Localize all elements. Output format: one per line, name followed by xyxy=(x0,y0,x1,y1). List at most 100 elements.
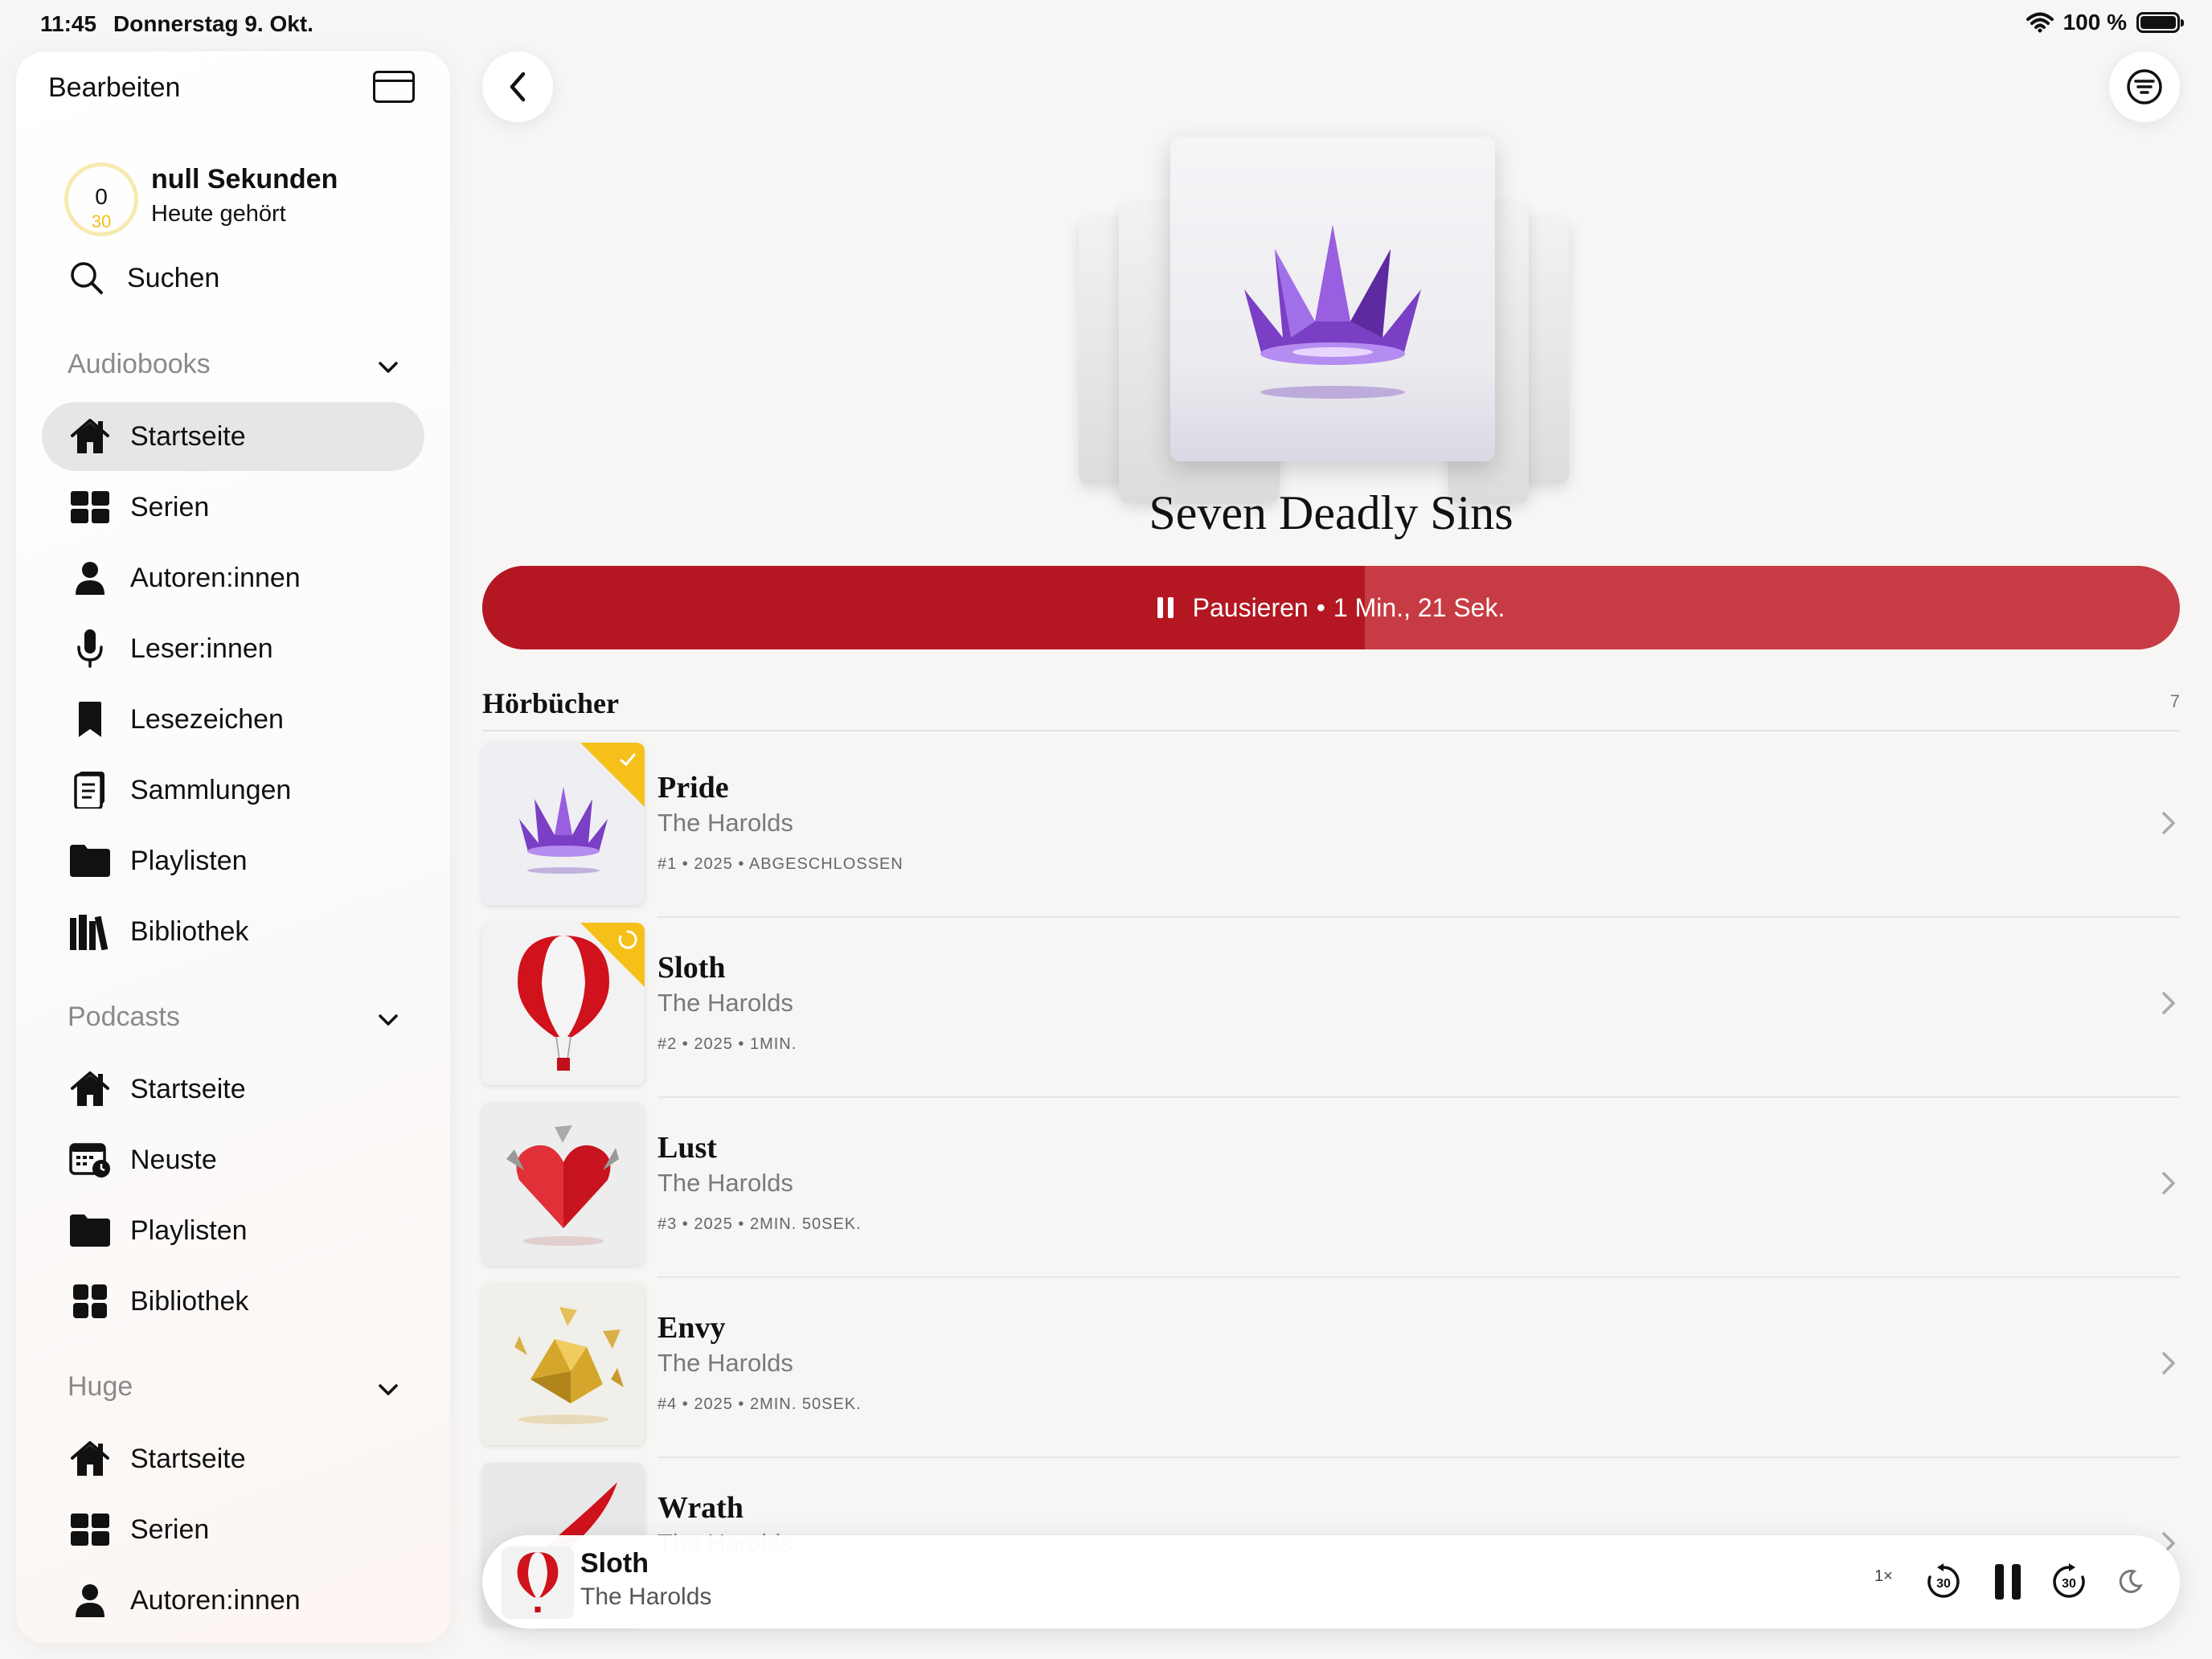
divider xyxy=(482,730,2180,731)
bookmark-icon xyxy=(79,702,101,737)
calendar-clock-icon xyxy=(69,1143,110,1178)
sidebar-item-label: Startseite xyxy=(130,1073,246,1104)
sidebar-item-label: Leser:innen xyxy=(130,633,273,664)
listening-goal-ring[interactable]: 0 30 xyxy=(64,162,138,236)
status-time: 11:45 xyxy=(40,11,97,36)
book-title: Envy xyxy=(657,1311,726,1345)
sidebar-item-label: Playlisten xyxy=(130,845,248,876)
sidebar-item-audiobooks-library[interactable]: Bibliothek xyxy=(42,897,424,966)
heart-art xyxy=(482,1103,645,1265)
playback-speed-button[interactable]: 1× xyxy=(1874,1567,1893,1586)
search-icon xyxy=(71,262,103,294)
book-stack-icon xyxy=(74,772,104,809)
section-huge[interactable]: Huge xyxy=(68,1371,133,1403)
back-button[interactable] xyxy=(482,51,553,122)
book-author: The Harolds xyxy=(657,809,793,837)
sidebar-item-huge-authors[interactable]: Autoren:innen xyxy=(42,1566,424,1635)
sidebar-item-audiobooks-playlists[interactable]: Playlisten xyxy=(42,826,424,895)
library-icon xyxy=(70,915,109,950)
sleep-timer-button[interactable] xyxy=(2101,1553,2159,1611)
listening-ring-goal: 30 xyxy=(91,211,112,231)
book-cover xyxy=(482,743,645,905)
microphone-icon xyxy=(77,629,103,668)
now-playing-title: Sloth xyxy=(580,1548,649,1579)
list-item[interactable]: Sloth The Harolds #2 • 2025 • 1MIN. xyxy=(482,918,2180,1098)
book-cover xyxy=(482,923,645,1085)
list-item[interactable]: Envy The Harolds #4 • 2025 • 2MIN. 50SEK… xyxy=(482,1278,2180,1458)
house-icon xyxy=(71,1071,109,1106)
skip-forward-label: 30 xyxy=(2062,1577,2076,1591)
status-bar: 11:45 Donnerstag 9. Okt. 100 % xyxy=(0,0,2212,51)
squares-icon xyxy=(73,1284,107,1318)
skip-forward-button[interactable]: 30 xyxy=(2040,1553,2098,1611)
sidebar-item-podcasts-library[interactable]: Bibliothek xyxy=(42,1267,424,1336)
folder-icon xyxy=(70,1215,110,1247)
listening-time: null Sekunden xyxy=(151,164,338,195)
sidebar-item-label: Autoren:innen xyxy=(130,562,301,593)
book-meta: #1 • 2025 • ABGESCHLOSSEN xyxy=(657,855,903,873)
filter-menu-button[interactable] xyxy=(2109,51,2180,122)
pause-icon xyxy=(1995,1564,2021,1600)
sidebar-item-audiobooks-narrators[interactable]: Leser:innen xyxy=(42,614,424,683)
gold-shards-art xyxy=(482,1283,645,1445)
book-meta: #2 • 2025 • 1MIN. xyxy=(657,1035,797,1053)
chevron-down-icon[interactable] xyxy=(375,1376,402,1403)
pause-label: Pausieren xyxy=(1192,592,1309,622)
series-cover[interactable] xyxy=(1170,137,1495,461)
pause-button[interactable]: Pausieren • 1 Min., 21 Sek. xyxy=(482,566,2180,649)
book-title: Wrath xyxy=(657,1491,743,1525)
checkmark-icon xyxy=(620,753,636,767)
house-icon xyxy=(71,1441,109,1476)
sidebar-item-label: Autoren:innen xyxy=(130,1584,301,1616)
list-item[interactable]: Lust The Harolds #3 • 2025 • 2MIN. 50SEK… xyxy=(482,1098,2180,1278)
skip-back-button[interactable]: 30 xyxy=(1915,1553,1972,1611)
sidebar-item-audiobooks-collections[interactable]: Sammlungen xyxy=(42,756,424,825)
sidebar-item-audiobooks-bookmarks[interactable]: Lesezeichen xyxy=(42,685,424,754)
sidebar-item-label: Lesezeichen xyxy=(130,703,284,735)
person-icon xyxy=(76,1584,104,1617)
book-meta: #4 • 2025 • 2MIN. 50SEK. xyxy=(657,1395,862,1413)
sidebar-item-label: Neuste xyxy=(130,1144,217,1175)
listening-subtitle: Heute gehört xyxy=(151,201,286,227)
sidebar-item-huge-series[interactable]: Serien xyxy=(42,1495,424,1564)
book-title: Lust xyxy=(657,1131,717,1165)
sidebar-toggle-icon[interactable] xyxy=(373,71,415,103)
pause-button-mini[interactable] xyxy=(1979,1553,2037,1611)
sidebar-item-audiobooks-series[interactable]: Serien xyxy=(42,473,424,542)
wifi-icon xyxy=(2026,12,2054,33)
status-date: Donnerstag 9. Okt. xyxy=(113,11,313,36)
now-playing-cover xyxy=(502,1546,574,1619)
sidebar-item-huge-home[interactable]: Startseite xyxy=(42,1424,424,1493)
house-icon xyxy=(71,419,109,453)
sidebar-item-audiobooks-authors[interactable]: Autoren:innen xyxy=(42,543,424,612)
skip-forward-30-icon: 30 xyxy=(2053,1563,2085,1598)
sidebar-item-podcasts-latest[interactable]: Neuste xyxy=(42,1125,424,1194)
list-item[interactable]: Pride The Harolds #1 • 2025 • ABGESCHLOS… xyxy=(482,738,2180,918)
listening-ring-value: 0 xyxy=(95,184,108,209)
section-podcasts[interactable]: Podcasts xyxy=(68,1002,180,1033)
progress-ring-icon xyxy=(618,930,637,949)
edit-button[interactable]: Bearbeiten xyxy=(48,72,180,104)
sidebar-item-podcasts-playlists[interactable]: Playlisten xyxy=(42,1196,424,1265)
sidebar-item-podcasts-home[interactable]: Startseite xyxy=(42,1055,424,1124)
chevron-down-icon[interactable] xyxy=(375,354,402,381)
book-author: The Harolds xyxy=(657,989,793,1017)
section-audiobooks[interactable]: Audiobooks xyxy=(68,349,211,380)
sidebar-item-label: Serien xyxy=(130,491,210,522)
main-content: Seven Deadly Sins Pausieren • 1 Min., 21… xyxy=(450,51,2212,1659)
chevron-right-icon xyxy=(2162,812,2175,834)
remaining-time: 1 Min., 21 Sek. xyxy=(1333,592,1505,622)
search-item[interactable]: Suchen xyxy=(69,260,219,296)
separator-dot: • xyxy=(1316,592,1325,622)
skip-back-30-icon: 30 xyxy=(1927,1563,1960,1598)
chevron-right-icon xyxy=(2162,992,2175,1014)
series-title: Seven Deadly Sins xyxy=(1149,486,1514,539)
search-label: Suchen xyxy=(127,262,220,293)
sidebar-item-audiobooks-home[interactable]: Startseite xyxy=(42,402,424,471)
chevron-left-icon xyxy=(510,72,526,102)
section-title: Hörbücher xyxy=(482,687,619,719)
pause-icon xyxy=(1157,597,1174,618)
mini-player[interactable]: Sloth The Harolds 1× 30 30 xyxy=(482,1535,2180,1628)
chevron-down-icon[interactable] xyxy=(375,1006,402,1034)
book-cover xyxy=(482,1283,645,1445)
